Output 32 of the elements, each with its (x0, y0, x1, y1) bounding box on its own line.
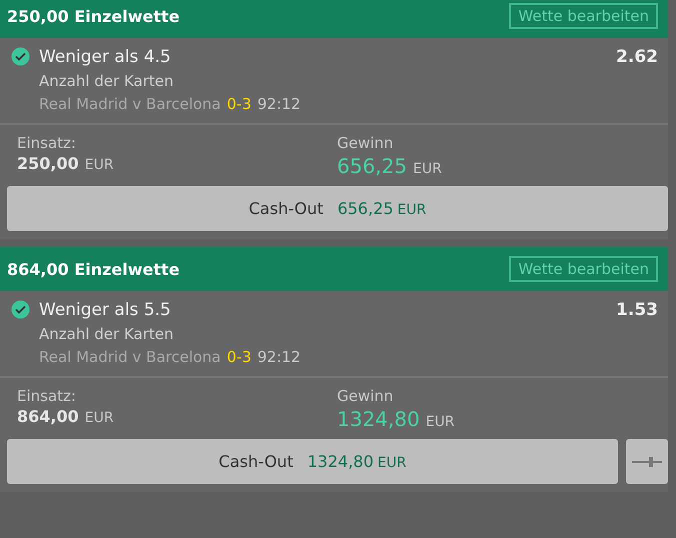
match-clock: 92:12 (257, 95, 301, 113)
odds: 1.53 (616, 300, 658, 320)
currency: EUR (426, 414, 455, 430)
stake-label: Einsatz: (17, 134, 77, 152)
partial-cash-out-button[interactable] (626, 439, 668, 484)
selection-name: Weniger als 4.5 (39, 46, 171, 66)
return-label: Gewinn (337, 134, 394, 152)
bet-title: 864,00 Einzelwette (7, 260, 180, 278)
selection-name: Weniger als 5.5 (39, 300, 171, 320)
stake-label: Einsatz: (17, 387, 77, 405)
bet-title: 250,00 Einzelwette (7, 6, 180, 26)
cash-out-button[interactable]: Cash-Out 656,25 EUR (7, 186, 668, 231)
event-name: Real Madrid v Barcelona (39, 348, 221, 366)
cash-out-button[interactable]: Cash-Out 1324,80 EUR (7, 439, 618, 484)
odds: 2.62 (616, 46, 658, 66)
check-icon (10, 299, 31, 320)
check-icon (10, 46, 31, 67)
currency: EUR (84, 410, 114, 426)
return-amount: 1324,80 (337, 407, 420, 431)
event-name: Real Madrid v Barcelona (39, 95, 221, 113)
return-amount: 656,25 (337, 154, 407, 178)
stake-amount: 864,00 (17, 407, 79, 426)
currency: EUR (84, 157, 114, 173)
slider-icon (632, 456, 662, 466)
score: 0-3 (226, 348, 252, 366)
score: 0-3 (226, 95, 252, 113)
market-name: Anzahl der Karten (39, 72, 175, 90)
return-label: Gewinn (337, 387, 394, 405)
market-name: Anzahl der Karten (39, 325, 175, 343)
stake-amount: 250,00 (17, 154, 79, 173)
currency: EUR (412, 161, 442, 177)
match-clock: 92:12 (257, 348, 301, 366)
